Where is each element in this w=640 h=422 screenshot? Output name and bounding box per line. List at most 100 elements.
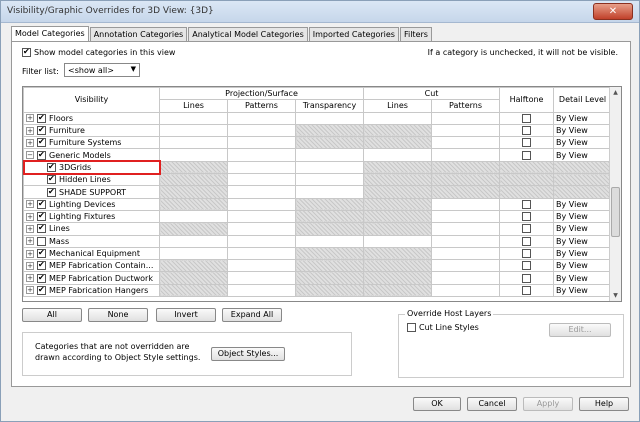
none-button[interactable]: None — [88, 308, 148, 322]
halftone-cell[interactable] — [499, 111, 555, 125]
expand-icon[interactable]: + — [26, 286, 34, 295]
visibility-checkbox[interactable] — [37, 211, 46, 222]
detail-level-cell[interactable]: By View — [553, 136, 613, 150]
halftone-cell[interactable] — [499, 148, 555, 162]
table-row[interactable]: 3DGrids — [23, 160, 613, 175]
expand-icon[interactable]: + — [26, 224, 34, 233]
halftone-checkbox[interactable] — [522, 249, 532, 258]
override-cell[interactable] — [227, 123, 296, 138]
help-button[interactable]: Help — [579, 397, 629, 411]
override-cell[interactable] — [431, 197, 501, 211]
override-cell[interactable] — [431, 259, 501, 273]
visibility-checkbox[interactable] — [37, 199, 46, 209]
table-row[interactable]: + MEP Fabrication Ductwork By View — [23, 271, 613, 285]
tab-filters[interactable]: Filters — [399, 27, 432, 41]
halftone-checkbox[interactable] — [522, 138, 532, 148]
override-cell[interactable] — [363, 111, 433, 125]
table-row[interactable]: + Furniture By View — [23, 123, 613, 138]
table-row[interactable]: + Lighting Fixtures By View — [23, 209, 613, 224]
invert-button[interactable]: Invert — [156, 308, 216, 322]
halftone-checkbox[interactable] — [522, 113, 532, 123]
visibility-checkbox[interactable] — [47, 175, 56, 185]
halftone-cell[interactable] — [499, 136, 555, 150]
close-button[interactable]: ✕ — [593, 3, 633, 20]
halftone-cell[interactable] — [499, 259, 555, 273]
ok-button[interactable]: OK — [413, 397, 461, 411]
expand-icon[interactable]: + — [26, 200, 34, 209]
detail-level-cell[interactable]: By View — [553, 123, 613, 138]
apply-button[interactable]: Apply — [523, 397, 573, 411]
table-row[interactable]: + Lines By View — [23, 222, 613, 236]
scroll-down-icon[interactable]: ▼ — [610, 290, 621, 301]
visibility-checkbox[interactable] — [37, 224, 46, 234]
override-cell[interactable] — [227, 160, 296, 175]
halftone-cell[interactable] — [499, 173, 555, 187]
expand-icon[interactable]: + — [26, 249, 34, 258]
expand-icon[interactable]: + — [26, 261, 34, 270]
visibility-checkbox[interactable] — [37, 150, 46, 160]
visibility-checkbox[interactable] — [37, 261, 46, 271]
override-cell[interactable] — [431, 136, 501, 150]
all-button[interactable]: All — [22, 308, 82, 322]
override-cell[interactable] — [159, 246, 228, 261]
override-cell[interactable] — [294, 234, 365, 248]
table-row[interactable]: + Mass By View — [23, 234, 613, 248]
override-cell[interactable] — [431, 271, 501, 285]
table-row[interactable]: − Generic Models By View — [23, 148, 613, 162]
override-cell[interactable] — [227, 259, 296, 273]
table-row[interactable]: + Floors By View — [23, 111, 613, 125]
halftone-checkbox[interactable] — [522, 150, 532, 160]
override-cell[interactable] — [431, 283, 501, 298]
halftone-checkbox[interactable] — [522, 126, 532, 136]
halftone-checkbox[interactable] — [522, 199, 532, 209]
table-row[interactable]: Hidden Lines — [23, 173, 613, 187]
detail-level-cell[interactable]: By View — [553, 111, 613, 125]
halftone-cell[interactable] — [499, 185, 555, 199]
visibility-cell[interactable]: + Furniture Systems — [23, 136, 160, 150]
detail-level-cell[interactable]: By View — [553, 271, 613, 285]
scroll-up-icon[interactable]: ▲ — [610, 87, 621, 98]
detail-level-cell[interactable]: By View — [553, 148, 613, 162]
visibility-cell[interactable]: + MEP Fabrication Ductwork — [23, 271, 160, 285]
visibility-checkbox[interactable] — [37, 273, 46, 283]
table-row[interactable]: SHADE SUPPORT — [23, 185, 613, 199]
halftone-cell[interactable] — [499, 246, 555, 261]
cut-line-styles-option[interactable]: Cut Line Styles — [407, 323, 479, 332]
detail-level-cell[interactable]: By View — [553, 222, 613, 236]
override-cell[interactable] — [431, 123, 501, 138]
override-cell[interactable] — [431, 148, 501, 162]
visibility-cell[interactable]: + Furniture — [23, 123, 160, 138]
visibility-cell[interactable]: + Lighting Fixtures — [23, 209, 160, 224]
detail-level-cell[interactable] — [553, 185, 613, 199]
object-styles-button[interactable]: Object Styles... — [211, 347, 285, 361]
collapse-icon[interactable]: − — [26, 151, 34, 160]
vertical-scrollbar[interactable]: ▲ ▼ — [609, 87, 621, 301]
override-cell[interactable] — [159, 136, 228, 150]
halftone-checkbox[interactable] — [522, 273, 532, 283]
halftone-cell[interactable] — [499, 209, 555, 224]
expand-icon[interactable]: + — [26, 237, 34, 246]
override-cell[interactable] — [227, 246, 296, 261]
expand-icon[interactable]: + — [26, 114, 34, 123]
tab-analytical-model-categories[interactable]: Analytical Model Categories — [188, 27, 308, 41]
tab-model-categories[interactable]: Model Categories — [11, 26, 89, 41]
tab-annotation-categories[interactable]: Annotation Categories — [89, 27, 188, 41]
override-cell[interactable] — [431, 234, 501, 248]
detail-level-cell[interactable]: By View — [553, 234, 613, 248]
override-cell[interactable] — [363, 234, 433, 248]
override-cell[interactable] — [227, 136, 296, 150]
table-row[interactable]: + Mechanical Equipment By View — [23, 246, 613, 261]
halftone-cell[interactable] — [499, 222, 555, 236]
visibility-cell[interactable]: + Mechanical Equipment — [23, 246, 160, 261]
override-cell[interactable] — [294, 148, 365, 162]
halftone-cell[interactable] — [499, 234, 555, 248]
visibility-checkbox[interactable] — [37, 285, 46, 295]
halftone-checkbox[interactable] — [522, 212, 532, 222]
override-cell[interactable] — [227, 209, 296, 224]
detail-level-cell[interactable]: By View — [553, 246, 613, 261]
override-cell[interactable] — [227, 271, 296, 285]
visibility-checkbox[interactable] — [47, 162, 56, 172]
cancel-button[interactable]: Cancel — [467, 397, 517, 411]
expand-icon[interactable]: + — [26, 274, 34, 283]
override-cell[interactable] — [227, 222, 296, 236]
